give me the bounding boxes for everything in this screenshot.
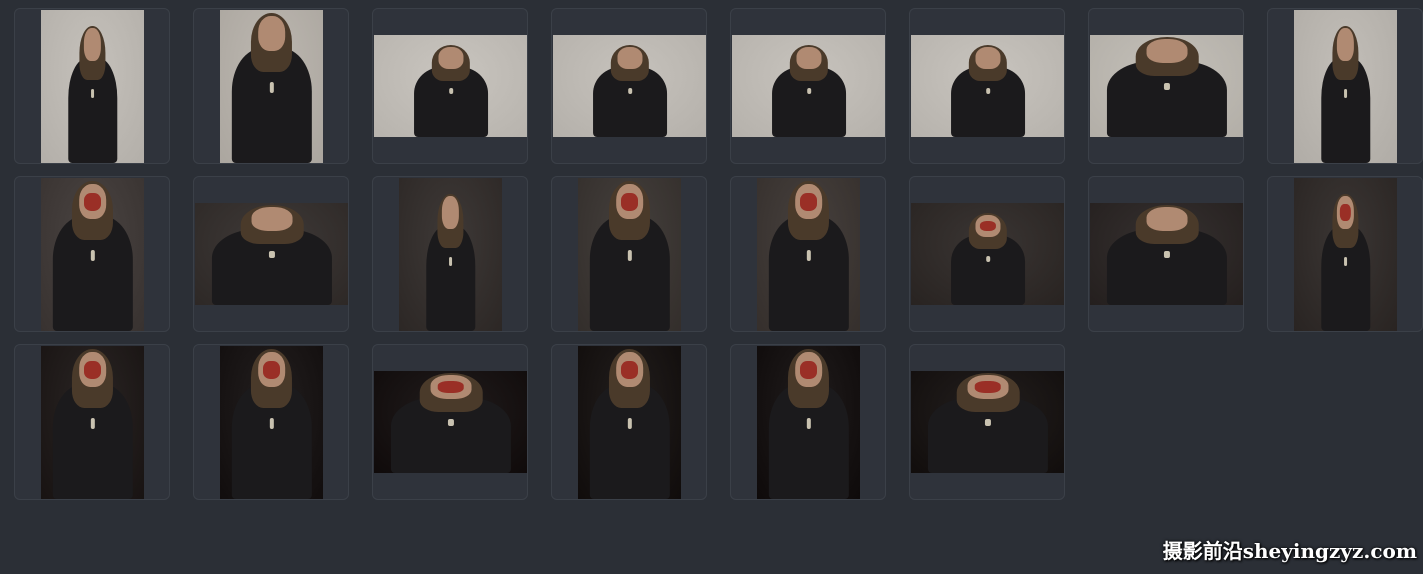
thumbnail-image	[911, 203, 1064, 305]
thumbnail-cell[interactable]	[193, 176, 349, 332]
thumbnail-cell[interactable]	[1088, 176, 1244, 332]
thumbnail-image	[732, 35, 885, 137]
thumbnail-cell[interactable]	[193, 344, 349, 500]
thumbnail-cell[interactable]	[372, 8, 528, 164]
thumbnail-image	[757, 346, 860, 499]
thumbnail-image	[220, 346, 323, 499]
thumbnail-image	[41, 10, 144, 163]
thumbnail-cell[interactable]	[909, 344, 1065, 500]
thumbnail-cell[interactable]	[909, 8, 1065, 164]
thumbnail-cell[interactable]	[1088, 8, 1244, 164]
thumbnail-image	[911, 35, 1064, 137]
thumbnail-cell[interactable]	[730, 344, 886, 500]
thumbnail-image	[578, 178, 681, 331]
thumbnail-image	[41, 346, 144, 499]
thumbnail-cell[interactable]	[909, 176, 1065, 332]
thumbnail-image	[195, 203, 348, 305]
thumbnail-image	[220, 10, 323, 163]
thumbnail-cell[interactable]	[372, 176, 528, 332]
thumbnail-cell[interactable]	[730, 8, 886, 164]
thumbnail-image	[1294, 10, 1397, 163]
thumbnail-cell[interactable]	[551, 176, 707, 332]
thumbnail-cell[interactable]	[1267, 176, 1423, 332]
thumbnail-cell[interactable]	[551, 8, 707, 164]
thumbnail-image	[374, 371, 527, 473]
thumbnail-image	[578, 346, 681, 499]
thumbnail-image	[757, 178, 860, 331]
thumbnail-image	[41, 178, 144, 331]
thumbnail-cell[interactable]	[730, 176, 886, 332]
thumbnail-cell[interactable]	[1267, 8, 1423, 164]
thumbnail-image	[553, 35, 706, 137]
thumbnail-image	[911, 371, 1064, 473]
thumbnail-image	[1294, 178, 1397, 331]
watermark: 摄影前沿sheyingzyz.com	[1162, 539, 1417, 563]
thumbnail-cell[interactable]	[14, 344, 170, 500]
thumbnail-cell[interactable]	[193, 8, 349, 164]
thumbnail-grid	[14, 8, 1423, 508]
thumbnail-image	[1090, 203, 1243, 305]
thumbnail-cell[interactable]	[14, 176, 170, 332]
thumbnail-cell[interactable]	[14, 8, 170, 164]
thumbnail-image	[1090, 35, 1243, 137]
thumbnail-image	[374, 35, 527, 137]
thumbnail-cell[interactable]	[372, 344, 528, 500]
thumbnail-cell[interactable]	[551, 344, 707, 500]
thumbnail-image	[399, 178, 502, 331]
